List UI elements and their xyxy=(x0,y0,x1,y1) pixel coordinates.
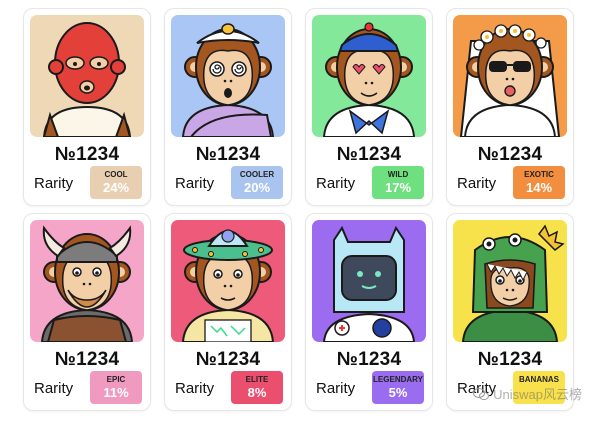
rarity-badge: LEGENDARY 5% xyxy=(372,371,424,404)
nft-card[interactable]: №1234 Rarity LEGENDARY 5% xyxy=(305,213,433,411)
rarity-label: Rarity xyxy=(34,380,74,397)
nft-card[interactable]: №1234 Rarity COOLER 20% xyxy=(164,8,292,206)
rarity-percent: 17% xyxy=(384,180,412,195)
rarity-percent: 20% xyxy=(243,180,271,195)
nft-card[interactable]: №1234 Rarity BANANAS xyxy=(446,213,574,411)
rarity-label: Rarity xyxy=(175,175,215,192)
sailor-monkey-image xyxy=(322,22,416,137)
egg-hat-monkey-image xyxy=(181,23,275,137)
rarity-label: Rarity xyxy=(316,380,356,397)
rarity-badge: EPIC 11% xyxy=(90,371,142,404)
nft-card[interactable]: №1234 Rarity EPIC 11% xyxy=(23,213,151,411)
watermark-text: Uniswap风云榜 xyxy=(493,387,582,402)
rarity-tier: WILD xyxy=(387,170,409,179)
nft-number: №1234 xyxy=(54,144,120,165)
rarity-label: Rarity xyxy=(34,175,74,192)
rarity-tier: EPIC xyxy=(106,375,126,384)
nft-artwork xyxy=(453,15,567,137)
rarity-tier: EXOTIC xyxy=(524,170,554,179)
rarity-tier: COOL xyxy=(104,170,128,179)
rarity-label: Rarity xyxy=(457,175,497,192)
nft-card[interactable]: №1234 Rarity ELITE 8% xyxy=(164,213,292,411)
nft-artwork xyxy=(312,15,426,137)
nft-card[interactable]: №1234 Rarity WILD 17% xyxy=(305,8,433,206)
nft-artwork xyxy=(453,220,567,342)
nft-artwork xyxy=(171,15,285,137)
astronaut-monkey-image xyxy=(322,225,416,342)
nft-number: №1234 xyxy=(477,144,543,165)
nft-card[interactable]: №1234 Rarity EXOTIC 14% xyxy=(446,8,574,206)
dino-monkey-image xyxy=(461,224,565,342)
rarity-badge: COOLER 20% xyxy=(231,166,283,199)
viking-monkey-image xyxy=(40,225,134,342)
nft-number: №1234 xyxy=(336,144,402,165)
nft-number: №1234 xyxy=(477,349,543,370)
rarity-label: Rarity xyxy=(316,175,356,192)
red-mask-monkey-image xyxy=(42,22,132,137)
bride-monkey-image xyxy=(459,24,561,137)
watermark: Uniswap风云榜 xyxy=(473,384,582,403)
nft-artwork xyxy=(171,220,285,342)
rarity-badge: ELITE 8% xyxy=(231,371,283,404)
rarity-percent: 11% xyxy=(103,385,129,400)
nft-number: №1234 xyxy=(195,144,261,165)
nft-artwork xyxy=(312,220,426,342)
rarity-percent: 14% xyxy=(525,180,553,195)
nft-card[interactable]: №1234 Rarity COOL 24% xyxy=(23,8,151,206)
rarity-tier: COOLER xyxy=(239,170,275,179)
nft-number: №1234 xyxy=(54,349,120,370)
rarity-tier: ELITE xyxy=(245,375,269,384)
nft-number: №1234 xyxy=(336,349,402,370)
rarity-percent: 5% xyxy=(388,385,408,400)
nft-artwork xyxy=(30,15,144,137)
rarity-percent: 24% xyxy=(102,180,130,195)
ufo-monkey-image xyxy=(181,229,275,342)
rarity-badge: COOL 24% xyxy=(90,166,142,199)
nft-number: №1234 xyxy=(195,349,261,370)
rarity-tier: LEGENDARY xyxy=(373,375,423,384)
rarity-percent: 8% xyxy=(247,385,267,400)
rarity-label: Rarity xyxy=(175,380,215,397)
wechat-icon xyxy=(473,387,490,401)
nft-card-grid: №1234 Rarity COOL 24% №1234 Rarity COOLE… xyxy=(0,0,600,423)
rarity-badge: EXOTIC 14% xyxy=(513,166,565,199)
rarity-badge: WILD 17% xyxy=(372,166,424,199)
nft-artwork xyxy=(30,220,144,342)
